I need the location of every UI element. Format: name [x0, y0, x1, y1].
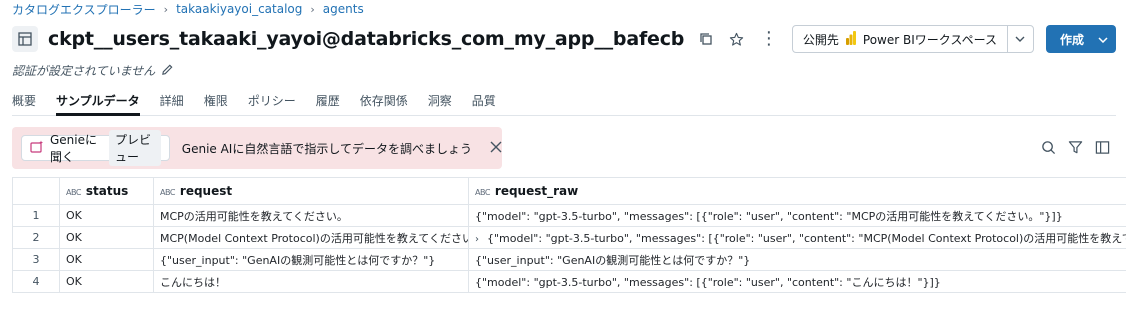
string-type-icon: ABC: [66, 188, 81, 197]
table-row: 3 OK {"user_input": "GenAIの観測可能性とは何ですか？"…: [12, 248, 1126, 271]
cell-request-raw-text: {"model": "gpt-3.5-turbo", "messages": […: [487, 231, 1126, 245]
certification-status: 認証が設定されていません: [12, 62, 174, 79]
chevron-down-icon[interactable]: [1006, 26, 1033, 52]
breadcrumb-separator: ›: [163, 2, 169, 16]
cell-request-raw[interactable]: {"user_input": "GenAIの観測可能性とは何ですか？"}: [468, 248, 1126, 271]
genie-banner: Genieに聞く プレビュー Genie AIに自然言語で指示してデータを調べま…: [12, 127, 502, 169]
tab-history[interactable]: 履歴: [316, 92, 340, 115]
column-name: status: [85, 184, 129, 198]
table-icon: [12, 26, 38, 52]
breadcrumb: カタログエクスプローラー › takaakiyayoi_catalog › ag…: [12, 0, 364, 18]
tab-bar: 概要 サンプルデータ 詳細 権限 ポリシー 履歴 依存関係 洞察 品質: [12, 92, 1116, 116]
breadcrumb-schema[interactable]: agents: [323, 2, 364, 16]
table-header-row: ABC status ABC request ABC request_raw: [12, 177, 1126, 205]
cell-request[interactable]: MCP(Model Context Protocol)の活用可能性を教えてくださ…: [153, 226, 469, 249]
preview-badge: プレビュー: [109, 130, 161, 166]
sample-data-table: ABC status ABC request ABC request_raw 1 OK…: [12, 177, 1126, 293]
tab-overview[interactable]: 概要: [12, 92, 36, 115]
ask-genie-button[interactable]: Genieに聞く プレビュー: [21, 130, 170, 166]
tab-policies[interactable]: ポリシー: [248, 92, 296, 115]
breadcrumb-catalog[interactable]: takaakiyayoi_catalog: [176, 2, 302, 16]
row-number: 4: [12, 270, 60, 293]
tab-details[interactable]: 詳細: [160, 92, 184, 115]
search-icon[interactable]: [1041, 140, 1056, 159]
page-title: ckpt__users_takaaki_yayoi@databricks_com…: [48, 28, 685, 50]
cell-status[interactable]: OK: [59, 248, 154, 271]
table-row: 4 OK こんにちは！ {"model": "gpt-3.5-turbo", "…: [12, 270, 1126, 293]
filter-icon[interactable]: [1068, 140, 1083, 159]
more-vertical-icon[interactable]: ⋮: [760, 30, 778, 48]
column-header-request[interactable]: ABC request: [153, 177, 469, 205]
sidebar-panel-icon[interactable]: [1095, 140, 1110, 159]
cell-request-raw[interactable]: › {"model": "gpt-3.5-turbo", "messages": …: [468, 226, 1126, 249]
column-name: request_raw: [494, 184, 579, 198]
publish-to-button[interactable]: 公開先 Power BIワークスペース: [791, 25, 1034, 53]
tab-sample-data[interactable]: サンプルデータ: [56, 92, 140, 116]
chevron-right-icon[interactable]: ›: [475, 234, 479, 245]
string-type-icon: ABC: [475, 188, 490, 197]
genie-sparkle-icon: [30, 140, 44, 157]
cell-request-raw[interactable]: {"model": "gpt-3.5-turbo", "messages": […: [468, 204, 1126, 227]
row-number: 1: [12, 204, 60, 227]
cell-request-raw[interactable]: {"model": "gpt-3.5-turbo", "messages": […: [468, 270, 1126, 293]
row-number-header: [12, 177, 60, 205]
create-button[interactable]: 作成: [1045, 25, 1116, 53]
row-number: 3: [12, 248, 60, 271]
cell-request[interactable]: MCPの活用可能性を教えてください。: [153, 204, 469, 227]
cell-request[interactable]: {"user_input": "GenAIの観測可能性とは何ですか？"}: [153, 248, 469, 271]
cell-status[interactable]: OK: [59, 270, 154, 293]
star-icon[interactable]: [726, 29, 746, 49]
breadcrumb-separator: ›: [310, 2, 315, 16]
powerbi-icon: [845, 30, 857, 48]
cell-status[interactable]: OK: [59, 226, 154, 249]
string-type-icon: ABC: [160, 188, 175, 197]
title-row: ckpt__users_takaaki_yayoi@databricks_com…: [12, 24, 1116, 54]
publish-target: Power BIワークスペース: [862, 32, 997, 47]
breadcrumb-catalog-explorer[interactable]: カタログエクスプローラー: [12, 1, 156, 18]
chevron-down-icon: [1098, 32, 1108, 46]
tab-insights[interactable]: 洞察: [428, 92, 452, 115]
table-row: 2 OK MCP(Model Context Protocol)の活用可能性を教…: [12, 226, 1126, 249]
table-row: 1 OK MCPの活用可能性を教えてください。 {"model": "gpt-3…: [12, 204, 1126, 227]
close-icon[interactable]: [490, 140, 502, 156]
publish-label: 公開先: [802, 32, 839, 47]
tab-permissions[interactable]: 権限: [204, 92, 228, 115]
column-header-request-raw[interactable]: ABC request_raw: [468, 177, 1126, 205]
genie-message: Genie AIに自然言語で指示してデータを調べましょう: [181, 141, 472, 156]
cell-status[interactable]: OK: [59, 204, 154, 227]
pencil-icon[interactable]: [161, 63, 174, 79]
create-label: 作成: [1059, 32, 1084, 47]
row-number: 2: [12, 226, 60, 249]
certification-text: 認証が設定されていません: [12, 64, 156, 78]
cell-request[interactable]: こんにちは！: [153, 270, 469, 293]
copy-icon[interactable]: [696, 29, 716, 49]
tab-lineage[interactable]: 依存関係: [360, 92, 408, 115]
column-header-status[interactable]: ABC status: [59, 177, 154, 205]
ask-genie-label: Genieに聞く: [50, 133, 98, 164]
table-toolbar: [1041, 140, 1110, 159]
column-name: request: [179, 184, 233, 198]
tab-quality[interactable]: 品質: [472, 92, 496, 115]
